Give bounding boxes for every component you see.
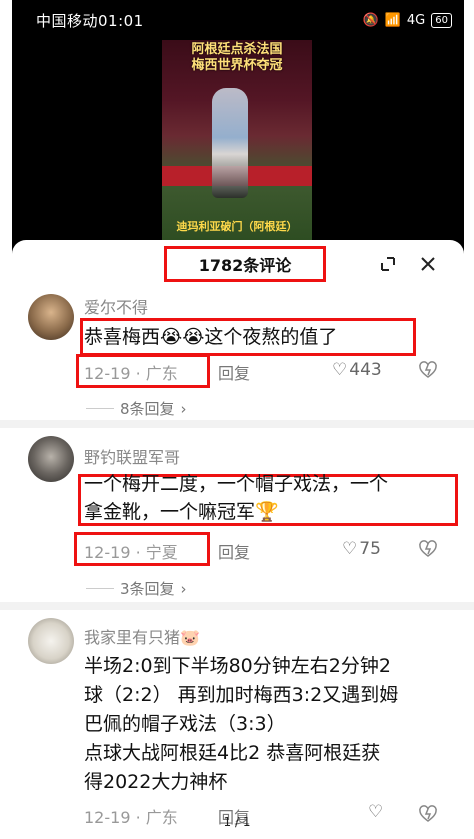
page-indicator: 1 / 1 (223, 815, 251, 829)
like-count: 443 (349, 360, 382, 380)
chevron-right-icon: › (180, 579, 187, 598)
section-divider (0, 602, 474, 610)
expand-icon[interactable] (374, 250, 402, 278)
dislike-icon[interactable] (418, 360, 438, 384)
like-count: 75 (359, 539, 381, 559)
date-location: 12-19 · 宁夏 (84, 543, 178, 562)
divider-line (86, 588, 114, 589)
player-figure (212, 88, 248, 198)
reply-button[interactable]: 回复 (218, 539, 250, 563)
comment-item: 我家里有只猪🐷 半场2:0到下半场80分钟左右2分钟2 球（2:2） 再到加时梅… (12, 614, 464, 839)
comment-text-line2: 球（2:2） 再到加时梅西3:2又遇到姆 (84, 684, 399, 706)
comment-text: 一个梅开二度，一个帽子戏法，一个 拿金靴，一个嘛冠军🏆 (84, 470, 388, 526)
avatar[interactable] (28, 436, 74, 482)
chevron-right-icon: › (180, 399, 187, 418)
comment-text-line1: 一个梅开二度，一个帽子戏法，一个 (84, 473, 389, 495)
wifi-icon: 📶 (384, 12, 401, 28)
view-replies-button[interactable]: 3条回复 › (86, 578, 187, 599)
comment-text: 恭喜梅西😭😭这个夜熬的值了 (84, 326, 338, 348)
comment-text-line4: 点球大战阿根廷4比2 恭喜阿根廷获 (84, 742, 381, 764)
comment-count: 1782条评论 (164, 246, 326, 282)
comment-text-line1: 半场2:0到下半场80分钟左右2分钟2 (84, 655, 391, 677)
status-bar: 中国移动01:01 🔕 📶 4G 60 (12, 0, 464, 40)
like-button[interactable]: ♡ 443 (332, 360, 382, 380)
divider-line (86, 408, 114, 409)
status-icons: 🔕 📶 4G 60 (362, 12, 452, 28)
mute-icon: 🔕 (362, 12, 379, 28)
network-label: 4G (406, 12, 426, 28)
reply-button[interactable]: 回复 (218, 360, 250, 384)
dislike-icon[interactable] (418, 539, 438, 563)
username[interactable]: 我家里有只猪🐷 (84, 624, 200, 648)
like-button[interactable]: ♡ 75 (342, 539, 381, 559)
video-title-line1: 阿根廷点杀法国 (191, 42, 283, 57)
username[interactable]: 野钓联盟军哥 (84, 444, 180, 468)
comment-item: 爱尔不得 恭喜梅西😭😭这个夜熬的值了 12-19 · 广东 回复 ♡ 443 8… (12, 290, 464, 420)
battery-icon: 60 (431, 12, 452, 28)
section-divider (0, 420, 474, 428)
carrier-time: 中国移动01:01 (36, 11, 144, 30)
comment-text-line3: 巴佩的帽子戏法（3:3） (84, 713, 286, 735)
replies-count: 8条回复 (120, 400, 175, 418)
avatar[interactable] (28, 294, 74, 340)
heart-icon: ♡ (342, 539, 358, 559)
heart-icon: ♡ (332, 360, 348, 380)
comment-text-line2: 拿金靴，一个嘛冠军🏆 (84, 501, 279, 523)
username[interactable]: 爱尔不得 (84, 294, 148, 318)
date-location: 12-19 · 广东 (84, 364, 178, 383)
video-title: 阿根廷点杀法国 梅西世界杯夺冠 (162, 42, 312, 74)
view-replies-button[interactable]: 8条回复 › (86, 398, 187, 419)
video-thumbnail[interactable]: 阿根廷点杀法国 梅西世界杯夺冠 迪玛利亚破门（阿根廷） (162, 40, 312, 240)
close-icon[interactable] (414, 250, 442, 278)
comment-item: 野钓联盟军哥 一个梅开二度，一个帽子戏法，一个 拿金靴，一个嘛冠军🏆 12-19… (12, 432, 464, 602)
comment-text: 半场2:0到下半场80分钟左右2分钟2 球（2:2） 再到加时梅西3:2又遇到姆… (84, 652, 398, 797)
video-title-line2: 梅西世界杯夺冠 (191, 58, 283, 73)
replies-count: 3条回复 (120, 580, 175, 598)
video-caption: 迪玛利亚破门（阿根廷） (176, 220, 298, 233)
sheet-header: 1782条评论 (12, 240, 464, 292)
avatar[interactable] (28, 618, 74, 664)
comment-text-line5: 得2022大力神杯 (84, 771, 228, 793)
